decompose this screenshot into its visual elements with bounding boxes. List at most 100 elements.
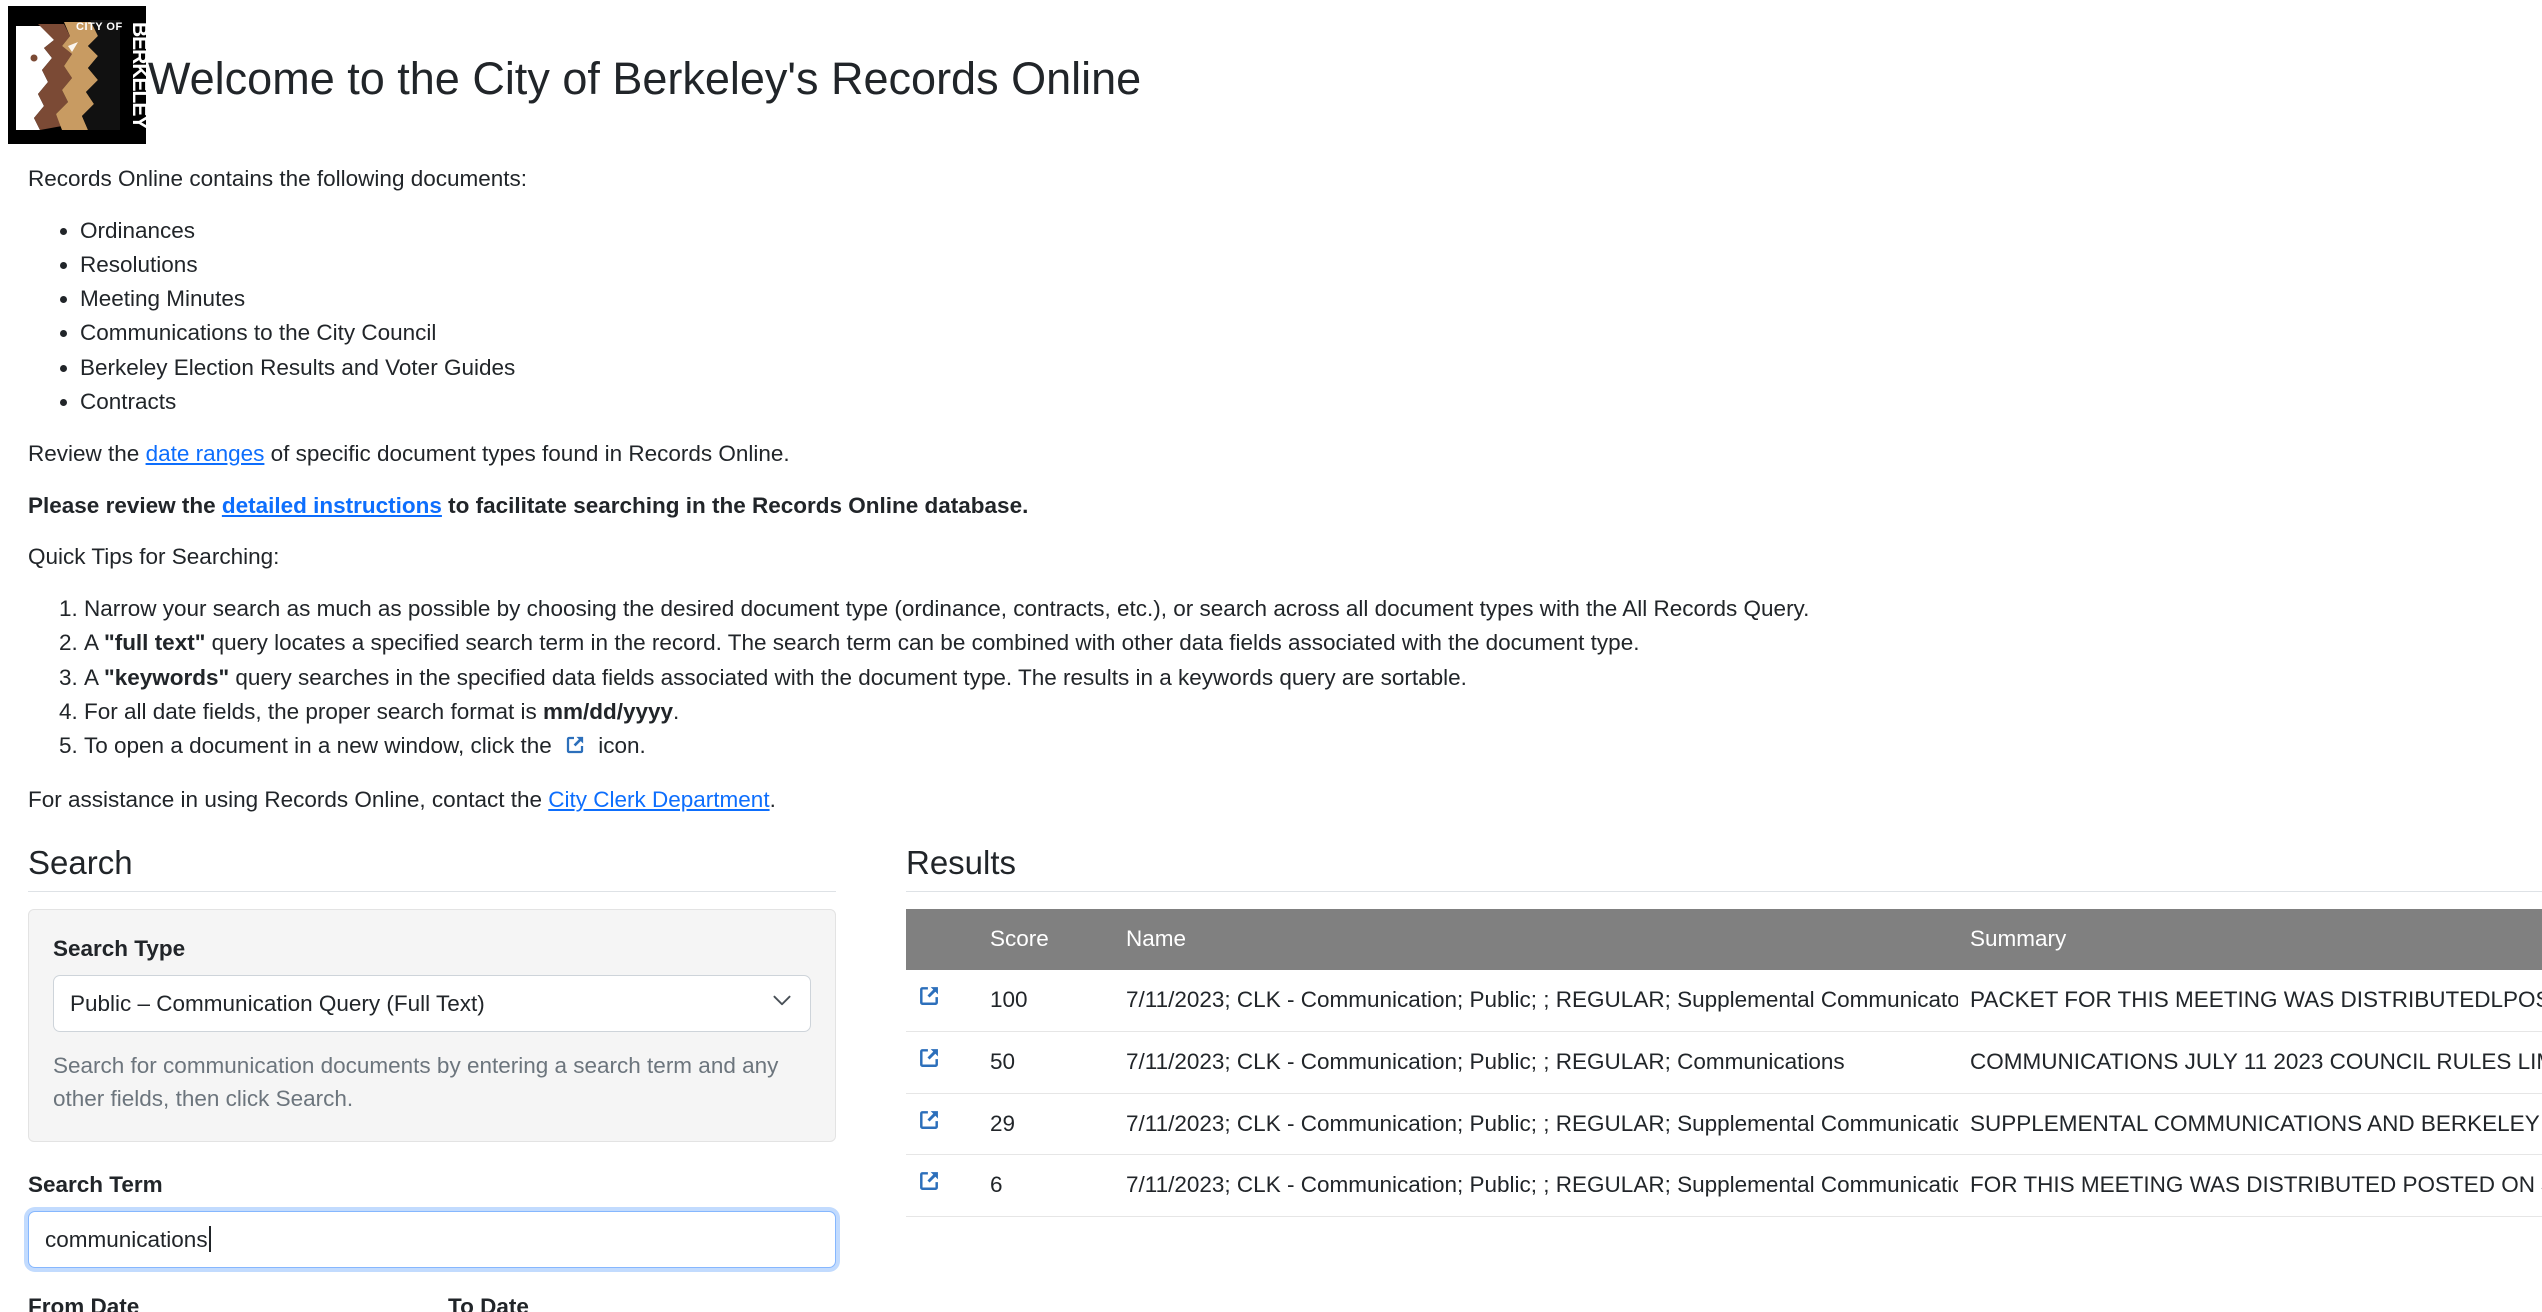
instructions-text-after: to facilitate searching in the Records O… [441,492,1029,518]
table-row[interactable]: 6 7/11/2023; CLK - Communication; Public… [906,1154,2542,1218]
list-item: Resolutions [80,248,2542,282]
external-link-icon[interactable] [918,985,940,1007]
external-link-icon[interactable] [918,1170,940,1192]
document-types-list: Ordinances Resolutions Meeting Minutes C… [28,214,2542,419]
open-in-new-window-cell[interactable] [906,1093,978,1156]
page-title: Welcome to the City of Berkeley's Record… [148,53,1142,105]
quick-tips-heading: Quick Tips for Searching: [28,544,280,570]
date-ranges-paragraph: Review the date ranges of specific docum… [28,437,2542,471]
svg-text:BERKELEY: BERKELEY [128,22,146,129]
tip-4-text-bold: mm/dd/yyyy [542,698,674,724]
text-caret [208,1226,211,1253]
cell-summary: SUPPLEMENTAL COMMUNICATIONS AND BERKELEY… [1958,1093,2542,1156]
date-ranges-text-after: of specific document types found in Reco… [264,440,790,466]
search-type-label: Search Type [53,936,186,962]
list-item: Meeting Minutes [80,282,2542,316]
tip-2-text-a: A [84,630,105,656]
column-header-score[interactable]: Score [978,909,1114,971]
tip-3-text-a: A [84,664,105,690]
search-heading: Search [28,843,133,881]
external-link-icon[interactable] [918,1109,940,1131]
intro-lead: Records Online contains the following do… [28,166,528,191]
detailed-instructions-paragraph: Please review the detailed instructions … [28,489,2542,523]
list-item: For all date fields, the proper search f… [84,695,2542,729]
main-columns: Search Search Type Public – Communicatio… [0,843,2542,1312]
cell-name: 7/11/2023; CLK - Communication; Public; … [1114,1031,1958,1094]
results-table: Score Name Summary 100 7/11/2023; CLK - … [906,909,2542,1218]
tip-2-text-bold: "full text" [104,630,206,656]
list-item: Narrow your search as much as possible b… [84,592,2542,626]
from-date-label: From Date [28,1294,140,1312]
column-header-icon[interactable] [906,909,978,971]
date-range-block: From Date 07/10/2023 To Date 07/12/2023 [28,1290,836,1312]
cell-score: 100 [978,970,1114,1032]
list-item: A "full text" query locates a specified … [84,626,2542,660]
cell-score: 29 [978,1093,1114,1156]
city-clerk-department-link[interactable]: City Clerk Department [548,787,769,812]
tip-2-text-b: query locates a specified search term in… [205,630,1640,656]
cell-name: 7/11/2023; CLK - Communication; Public; … [1114,1154,1958,1218]
results-divider [906,891,2542,893]
list-item: Ordinances [80,214,2542,248]
results-table-body: 100 7/11/2023; CLK - Communication; Publ… [906,970,2542,1218]
search-term-input[interactable]: communications [28,1211,836,1269]
open-in-new-window-cell[interactable] [906,1154,978,1218]
search-type-select[interactable]: Public – Communication Query (Full Text) [53,975,811,1033]
external-link-icon [565,731,585,765]
table-row[interactable]: 29 7/11/2023; CLK - Communication; Publi… [906,1093,2542,1156]
list-item: Berkeley Election Results and Voter Guid… [80,351,2542,385]
tip-5-text-b: icon. [592,732,646,758]
list-item: To open a document in a new window, clic… [84,729,2542,765]
results-table-head: Score Name Summary [906,909,2542,971]
tip-3-text-b: query searches in the specified data fie… [229,664,1467,690]
city-of-berkeley-logo: CITY OF BERKELEY [8,6,146,144]
search-column: Search Search Type Public – Communicatio… [28,843,858,1312]
to-date-label: To Date [448,1294,529,1312]
results-column: Results Score Name Summary 100 7/11/2023… [858,843,2542,1218]
results-heading: Results [906,843,1017,881]
column-header-name[interactable]: Name [1114,909,1958,971]
list-item: Communications to the City Council [80,316,2542,350]
cell-score: 6 [978,1154,1114,1218]
open-in-new-window-cell[interactable] [906,970,978,1032]
cell-summary: FOR THIS MEETING WAS DISTRIBUTED POSTED … [1958,1154,2542,1218]
assistance-paragraph: For assistance in using Records Online, … [28,783,2542,817]
cell-summary: COMMUNICATIONS JULY 11 2023 COUNCIL RULE… [1958,1031,2542,1094]
date-ranges-text-before: Review the [28,440,146,466]
cell-name: 7/11/2023; CLK - Communication; Public; … [1114,970,1958,1032]
table-row[interactable]: 50 7/11/2023; CLK - Communication; Publi… [906,1031,2542,1094]
table-row[interactable]: 100 7/11/2023; CLK - Communication; Publ… [906,970,2542,1032]
search-type-help-text: Search for communication documents by en… [53,1053,779,1111]
records-online-page: CITY OF BERKELEY Welcome to the City of … [0,0,2542,1312]
list-item: A "keywords" query searches in the speci… [84,661,2542,695]
search-term-value: communications [45,1227,208,1253]
search-term-block: Search Term communications [28,1168,836,1269]
instructions-text-before: Please review the [28,492,222,518]
search-divider [28,891,836,893]
external-link-icon[interactable] [918,1047,940,1069]
svg-text:CITY OF: CITY OF [76,21,123,33]
tip-5-text-a: To open a document in a new window, clic… [84,732,559,758]
assistance-text-after: . [769,787,776,813]
to-date-block: To Date 07/12/2023 [448,1290,828,1312]
tip-1-text: Narrow your search as much as possible b… [84,596,1810,622]
from-date-block: From Date 07/10/2023 [28,1290,408,1312]
tip-4-text-a: For all date fields, the proper search f… [84,698,543,724]
search-term-label: Search Term [28,1172,163,1198]
intro-section: Records Online contains the following do… [0,162,2542,817]
quick-tips-list: Narrow your search as much as possible b… [28,592,2542,765]
column-header-summary[interactable]: Summary [1958,909,2542,971]
cell-summary: PACKET FOR THIS MEETING WAS DISTRIBUTEDL… [1958,970,2542,1032]
tip-3-text-bold: "keywords" [104,664,230,690]
assistance-text-before: For assistance in using Records Online, … [28,787,549,813]
page-header: CITY OF BERKELEY Welcome to the City of … [0,0,2542,148]
cell-score: 50 [978,1031,1114,1094]
list-item: Contracts [80,385,2542,419]
detailed-instructions-link[interactable]: detailed instructions [222,493,442,518]
tip-4-text-b: . [673,698,680,724]
open-in-new-window-cell[interactable] [906,1031,978,1094]
search-type-select-wrap: Public – Communication Query (Full Text) [53,975,811,1033]
cell-name: 7/11/2023; CLK - Communication; Public; … [1114,1093,1958,1156]
search-type-panel: Search Type Public – Communication Query… [28,909,836,1143]
date-ranges-link[interactable]: date ranges [146,441,265,466]
